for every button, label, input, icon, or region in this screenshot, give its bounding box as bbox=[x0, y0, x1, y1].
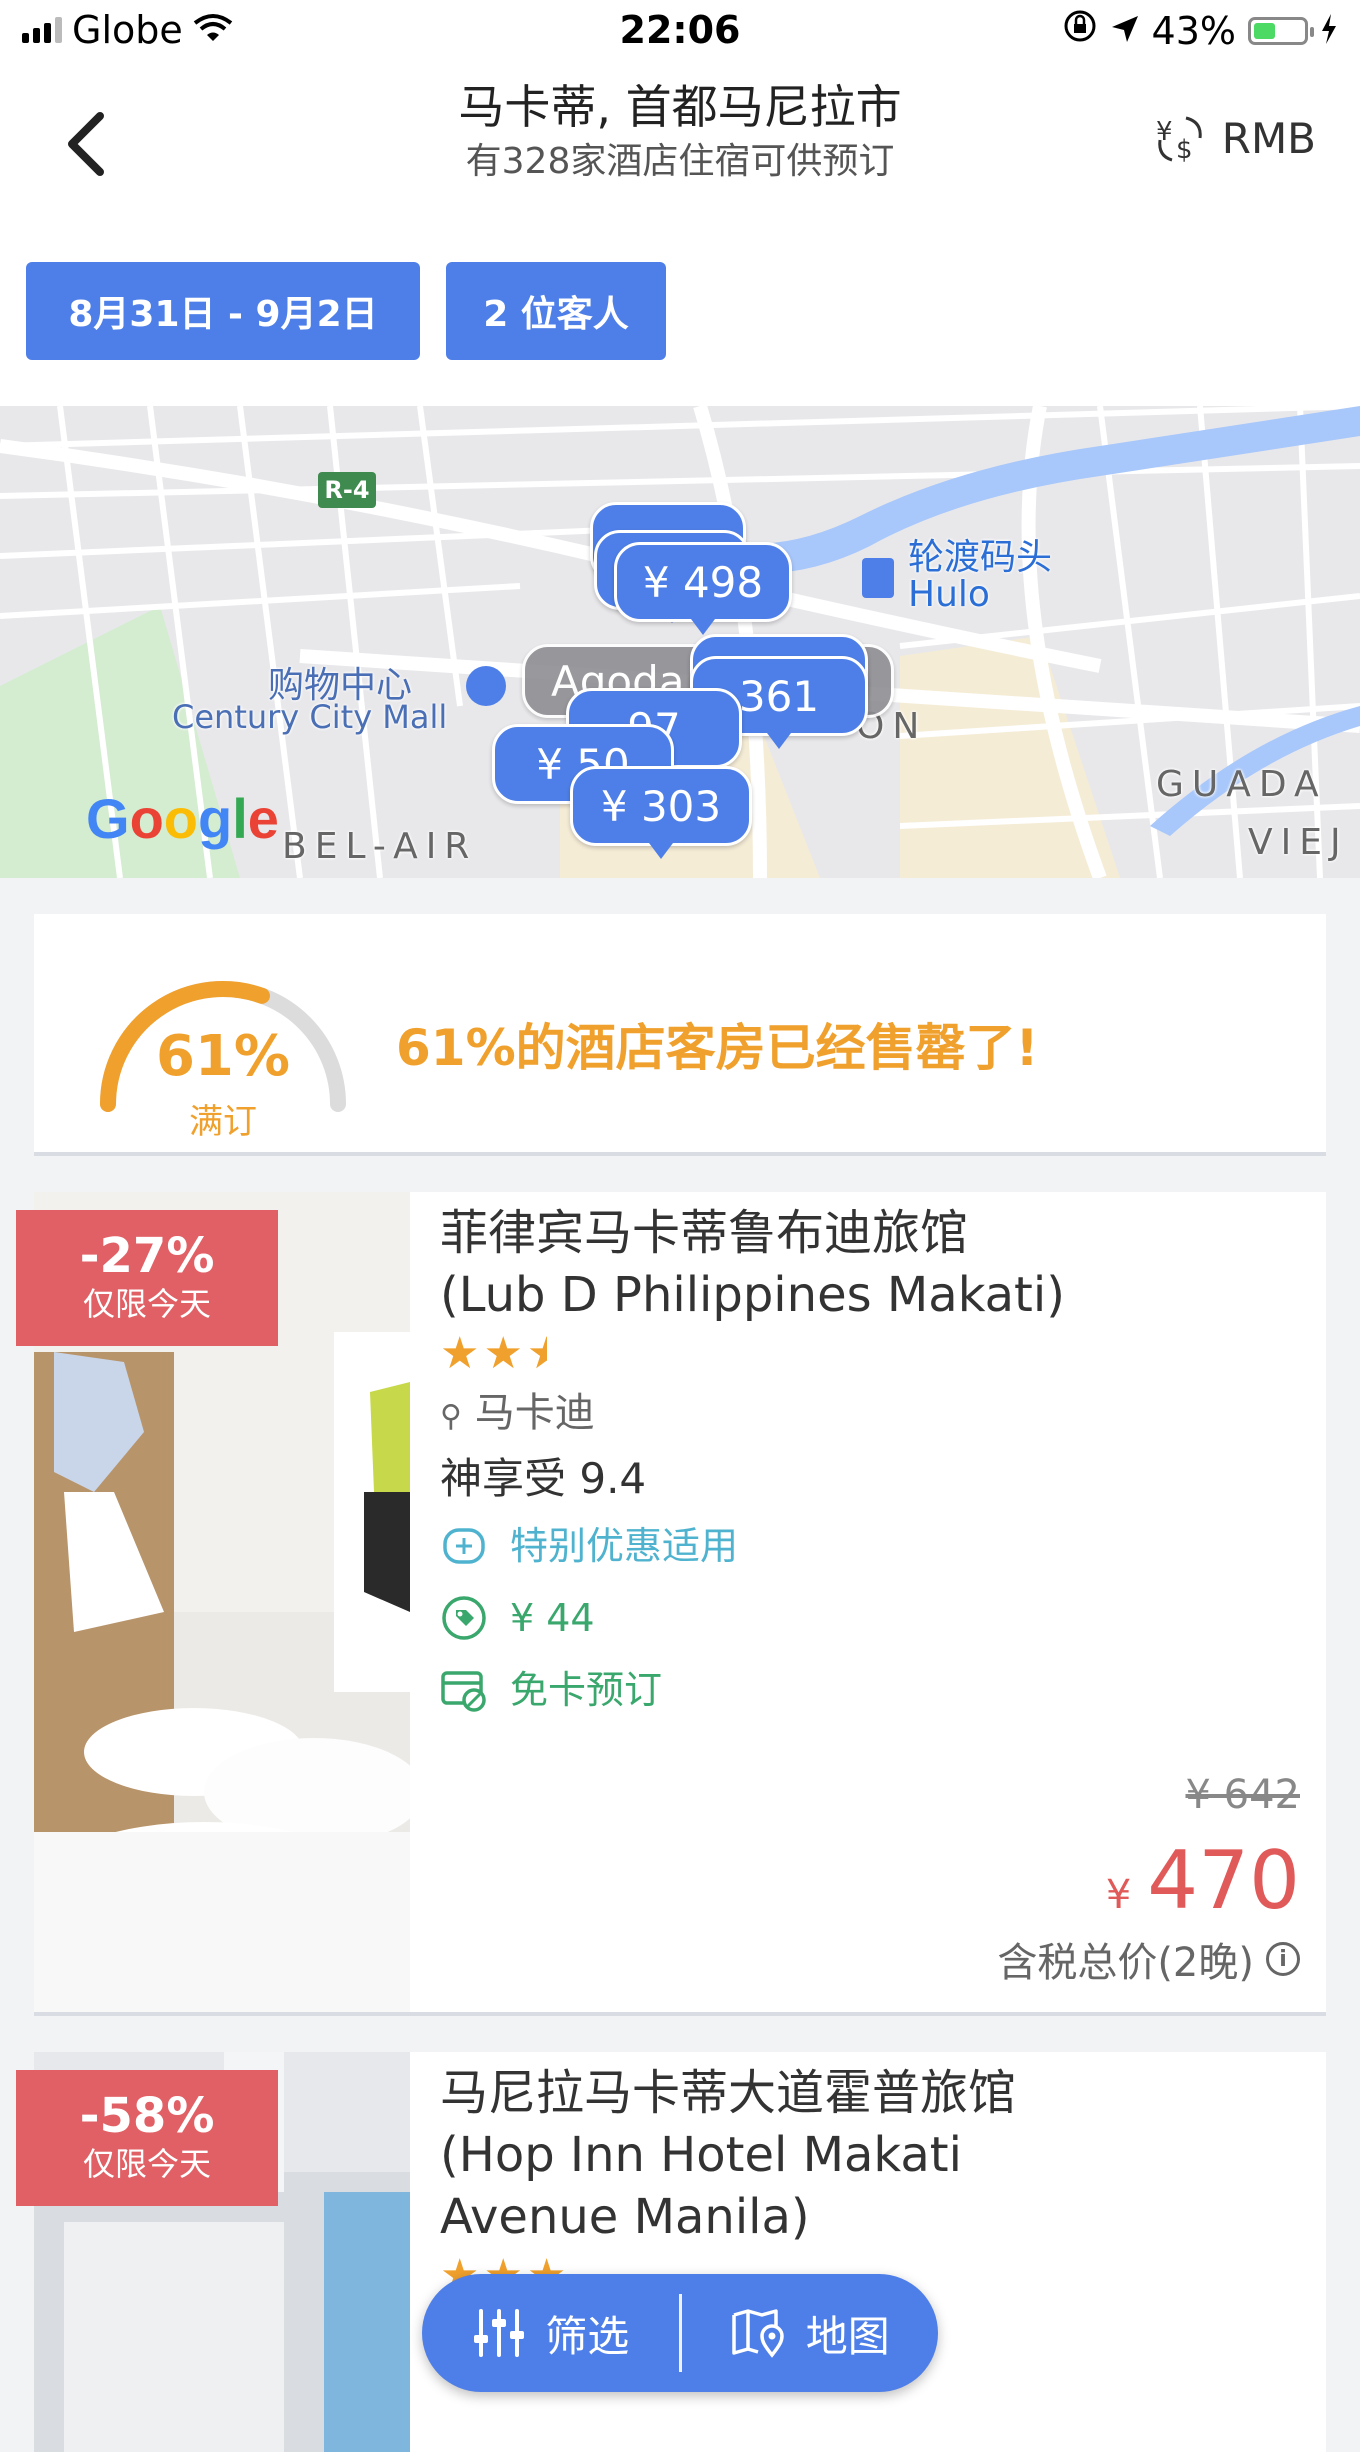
price-currency: ¥ bbox=[1105, 1872, 1132, 1918]
star-icon: ★ bbox=[483, 1328, 527, 1379]
occupancy-message: 61%的酒店客房已经售罄了! bbox=[396, 1019, 1039, 1077]
currency-exchange-icon: ¥ $ bbox=[1156, 116, 1202, 165]
map-label-hulo: Hulo bbox=[908, 574, 990, 615]
occupancy-percent: 61% bbox=[155, 1024, 291, 1089]
currency-switch-button[interactable]: ¥ $ RMB bbox=[1152, 110, 1316, 166]
discount-badge: -58% 仅限今天 bbox=[16, 2070, 278, 2206]
map-pin-303[interactable]: ¥ 303 bbox=[570, 766, 752, 859]
google-logo: Google bbox=[86, 787, 279, 850]
no-card-icon bbox=[440, 1666, 488, 1714]
guests-button[interactable]: 2 位客人 bbox=[446, 262, 666, 360]
chevron-left-icon bbox=[68, 112, 104, 176]
ticket-icon bbox=[440, 1522, 488, 1570]
hotel-card[interactable]: -58% 仅限今天 马尼拉马卡蒂大道霍普旅馆 (Hop Inn Hotel Ma… bbox=[16, 2052, 1326, 2452]
discount-note: 仅限今天 bbox=[82, 2145, 211, 2183]
filter-map-bar: 筛选 地图 bbox=[422, 2274, 938, 2392]
perk-no-card: 免卡预订 bbox=[440, 1654, 1300, 1726]
rotation-lock-icon bbox=[1062, 8, 1098, 53]
map-label-mall-en: Century City Mall bbox=[172, 698, 448, 736]
occupancy-banner: 61% 满订 61%的酒店客房已经售罄了! bbox=[34, 914, 1326, 1156]
perk-text: 特别优惠适用 bbox=[510, 1524, 739, 1568]
perk-text: ¥ 44 bbox=[510, 1596, 595, 1640]
hotel-card[interactable]: -27% 仅限今天 菲律宾马卡蒂鲁布迪旅馆 (Lub D Philippines… bbox=[16, 1192, 1326, 2016]
filter-label: 筛选 bbox=[545, 2311, 630, 2361]
hotel-info: 菲律宾马卡蒂鲁布迪旅馆 (Lub D Philippines Makati) ★… bbox=[440, 1192, 1300, 1726]
discount-percent: -27% bbox=[79, 1228, 215, 1284]
divider bbox=[678, 2294, 682, 2372]
map-pin-icon bbox=[731, 2309, 784, 2358]
battery-icon bbox=[1248, 16, 1314, 45]
perk-coupon: ¥ 44 bbox=[440, 1582, 1300, 1654]
perk-special-offer: 特别优惠适用 bbox=[440, 1510, 1300, 1582]
price-note: 含税总价(2晚) i bbox=[997, 1930, 1300, 1988]
price-note-text: 含税总价(2晚) bbox=[997, 1940, 1254, 1986]
road-sign: R-4 bbox=[324, 476, 369, 504]
date-range-button[interactable]: 8月31日 - 9月2日 bbox=[26, 262, 420, 360]
discount-percent: -58% bbox=[79, 2088, 215, 2144]
occupancy-label: 满订 bbox=[189, 1102, 257, 1142]
hotel-location: ⚲ 马卡迪 bbox=[440, 1382, 1300, 1448]
status-bar: Globe 22:06 43% bbox=[0, 0, 1360, 66]
svg-text:$: $ bbox=[1176, 135, 1193, 165]
star-icon: ★ bbox=[440, 1328, 484, 1379]
charging-icon bbox=[1320, 9, 1338, 53]
original-price: ¥ 642 bbox=[1185, 1772, 1300, 1818]
hotel-name: 马尼拉马卡蒂大道霍普旅馆 (Hop Inn Hotel Makati Avenu… bbox=[440, 2065, 1017, 2245]
half-star-icon: ★ bbox=[527, 1326, 547, 1382]
currency-label: RMB bbox=[1221, 113, 1316, 163]
map-button[interactable]: 地图 bbox=[682, 2274, 939, 2392]
map-label-ferry: 轮渡码头 bbox=[908, 537, 1053, 578]
map-pin-icon: ⚲ bbox=[440, 1399, 462, 1434]
map-label-viej: VIEJ bbox=[1248, 822, 1349, 863]
star-rating: ★★★ bbox=[440, 1326, 1300, 1382]
map-label: 地图 bbox=[805, 2311, 890, 2361]
filter-button[interactable]: 筛选 bbox=[422, 2274, 679, 2392]
location-arrow-icon bbox=[1110, 9, 1140, 53]
perk-text: 免卡预订 bbox=[510, 1668, 663, 1712]
discount-note: 仅限今天 bbox=[82, 1285, 211, 1323]
review-score: 神享受 9.4 bbox=[440, 1454, 647, 1503]
price-value: 470 bbox=[1147, 1834, 1300, 1927]
location-text: 马卡迪 bbox=[474, 1390, 595, 1436]
map-pin-498[interactable]: ¥ 498 bbox=[614, 542, 792, 635]
info-icon[interactable]: i bbox=[1266, 1942, 1300, 1976]
discount-badge: -27% 仅限今天 bbox=[16, 1210, 278, 1346]
battery-percent: 43% bbox=[1151, 8, 1236, 53]
search-header: 马卡蒂, 首都马尼拉市 有328家酒店住宿可供预订 ¥ $ RMB 8月31日 … bbox=[0, 66, 1360, 406]
map-label-guada: GUADA bbox=[1156, 764, 1327, 805]
price-tag-icon bbox=[440, 1594, 488, 1642]
hotel-name: 菲律宾马卡蒂鲁布迪旅馆 (Lub D Philippines Makati) bbox=[440, 1205, 1065, 1323]
status-icons: 43% bbox=[1062, 8, 1338, 53]
back-button[interactable] bbox=[58, 104, 114, 184]
map-view[interactable]: R-4 轮渡码头 Hulo 购物中心 Century City Mall BEL… bbox=[0, 406, 1360, 878]
filter-sliders-icon bbox=[474, 2309, 525, 2357]
map-label-belair: BEL-AIR bbox=[282, 826, 478, 867]
current-price: ¥ 470 bbox=[1106, 1834, 1300, 1927]
